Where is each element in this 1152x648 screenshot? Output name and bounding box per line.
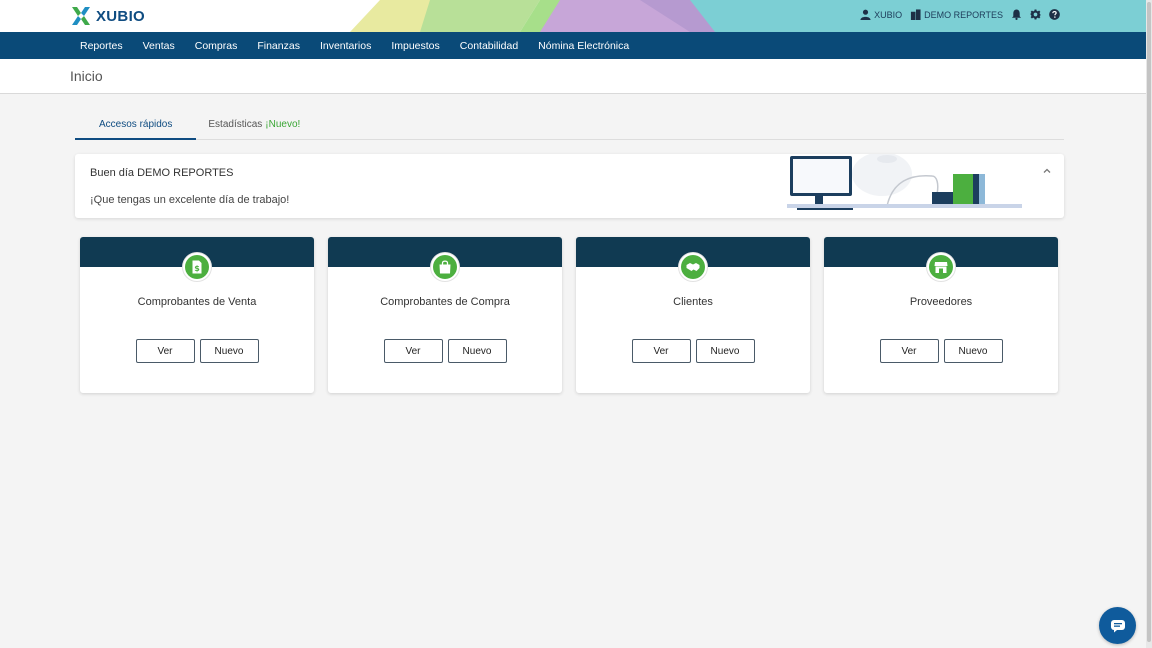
main-nav: Reportes Ventas Compras Finanzas Inventa… [0, 32, 1146, 59]
nav-item-ventas[interactable]: Ventas [133, 40, 185, 52]
chat-button[interactable] [1099, 607, 1136, 644]
settings-button[interactable] [1030, 9, 1041, 20]
view-suppliers-button[interactable]: Ver [879, 339, 939, 363]
shopping-bag-icon [439, 260, 451, 274]
page-header: Inicio [0, 59, 1146, 94]
help-button[interactable] [1049, 9, 1060, 20]
card-icon-holder [678, 252, 708, 282]
tab-quick-access-label: Accesos rápidos [99, 119, 173, 130]
nav-item-finanzas[interactable]: Finanzas [247, 40, 310, 52]
nav-item-contabilidad[interactable]: Contabilidad [450, 40, 528, 52]
tab-statistics[interactable]: Estadísticas ¡Nuevo! [196, 113, 324, 140]
welcome-greeting: Buen día DEMO REPORTES [90, 167, 234, 179]
company-label: DEMO REPORTES [924, 9, 1003, 20]
invoice-dollar-icon: $ [192, 260, 202, 274]
new-badge: ¡Nuevo! [265, 119, 301, 130]
new-sales-voucher-button[interactable]: Nuevo [199, 339, 259, 363]
scrollbar-thumb[interactable] [1147, 2, 1151, 642]
card-title: Comprobantes de Venta [137, 296, 257, 308]
xubio-logo[interactable]: XUBIO [70, 5, 145, 27]
card-title: Comprobantes de Compra [380, 296, 510, 308]
new-purchase-voucher-button[interactable]: Nuevo [447, 339, 507, 363]
bell-icon [1011, 9, 1022, 20]
tab-quick-access[interactable]: Accesos rápidos [75, 113, 197, 140]
company-menu[interactable]: DEMO REPORTES [910, 9, 1003, 20]
card-icon-holder [430, 252, 460, 282]
home-tabs: Accesos rápidos Estadísticas ¡Nuevo! [75, 113, 1064, 140]
user-label: XUBIO [874, 9, 903, 20]
view-clients-button[interactable]: Ver [631, 339, 691, 363]
user-icon [860, 9, 871, 20]
notifications-button[interactable] [1011, 9, 1022, 20]
top-header: XUBIO XUBIO DEMO REPORTES [0, 0, 1146, 32]
card-icon-holder: $ [182, 252, 212, 282]
tab-statistics-label: Estadísticas [208, 119, 263, 130]
card-purchase-vouchers: Comprobantes de Compra Ver Nuevo [328, 237, 562, 393]
user-menu[interactable]: XUBIO [860, 9, 902, 20]
handshake-icon [686, 263, 700, 271]
card-sales-vouchers: $ Comprobantes de Venta Ver Nuevo [80, 237, 314, 393]
gear-icon [1030, 9, 1041, 20]
card-clients: Clientes Ver Nuevo [576, 237, 810, 393]
nav-item-impuestos[interactable]: Impuestos [381, 40, 449, 52]
new-client-button[interactable]: Nuevo [695, 339, 755, 363]
chat-icon [1110, 619, 1125, 632]
card-title: Clientes [673, 296, 713, 308]
nav-item-reportes[interactable]: Reportes [70, 40, 133, 52]
svg-text:$: $ [194, 264, 200, 273]
page-title: Inicio [70, 68, 103, 84]
nav-item-compras[interactable]: Compras [185, 40, 248, 52]
new-supplier-button[interactable]: Nuevo [943, 339, 1003, 363]
card-suppliers: Proveedores Ver Nuevo [824, 237, 1058, 393]
page-scrollbar[interactable] [1146, 0, 1152, 648]
help-icon [1049, 9, 1060, 20]
quick-access-cards: $ Comprobantes de Venta Ver Nuevo Compro… [80, 237, 1060, 393]
chevron-up-icon[interactable] [1042, 166, 1052, 176]
welcome-message: ¡Que tengas un excelente día de trabajo! [90, 194, 290, 206]
store-icon [934, 262, 948, 273]
view-purchase-vouchers-button[interactable]: Ver [383, 339, 443, 363]
welcome-card: Buen día DEMO REPORTES ¡Que tengas un ex… [75, 154, 1064, 218]
nav-item-inventarios[interactable]: Inventarios [310, 40, 381, 52]
card-icon-holder [926, 252, 956, 282]
xubio-logo-icon [72, 7, 90, 25]
brand-name: XUBIO [96, 7, 146, 25]
view-sales-vouchers-button[interactable]: Ver [135, 339, 195, 363]
card-title: Proveedores [909, 296, 973, 308]
nav-item-nomina[interactable]: Nómina Electrónica [528, 40, 639, 52]
office-illustration [787, 154, 1022, 210]
building-icon [911, 9, 921, 20]
